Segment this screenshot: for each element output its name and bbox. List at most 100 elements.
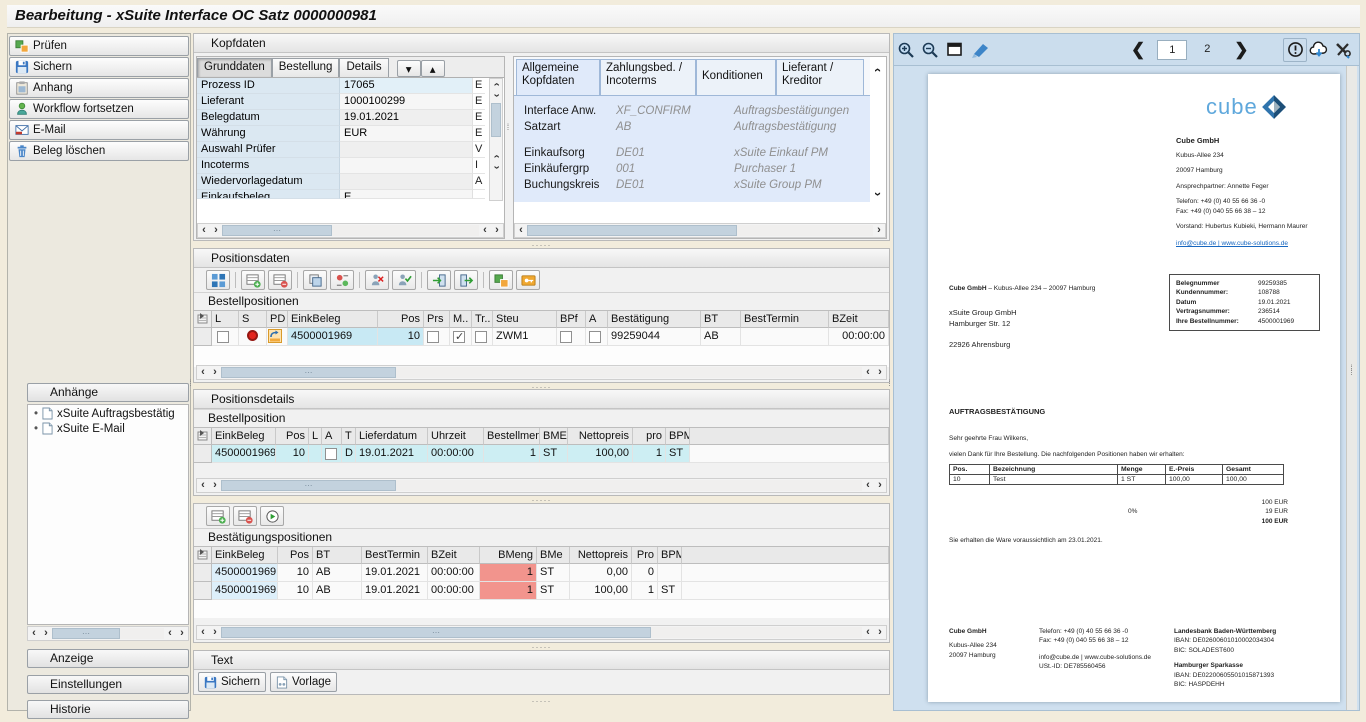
column-header[interactable]: Nettopreis <box>568 428 633 445</box>
scroll-down-icon[interactable]: › <box>491 90 502 102</box>
prs-checkbox[interactable] <box>427 331 439 343</box>
add-row-icon[interactable] <box>241 270 265 290</box>
column-header[interactable]: BestTermin <box>362 547 428 564</box>
table-row[interactable]: 4500001969 10 AB 19.01.2021 00:00:00 1 S… <box>194 582 889 600</box>
column-header[interactable]: EinkBeleg <box>212 428 276 445</box>
collapse-icon[interactable]: ▾ <box>397 60 421 77</box>
sidebar-splitter-grip[interactable]: ⁞ <box>189 380 193 386</box>
a-checkbox[interactable] <box>589 331 601 343</box>
kopfdaten-vertical-scrollbar[interactable]: ‹ › ‹ › <box>489 78 503 201</box>
bestellpositionen-horizontal-scrollbar[interactable]: ‹ › ⋯ ‹ › <box>196 365 887 380</box>
column-header[interactable]: M.. <box>450 311 472 328</box>
nettopreis-cell[interactable]: 100,00 <box>568 445 633 463</box>
kopfdaten-horizontal-scrollbar[interactable]: ‹ › ⋯ ‹ › <box>197 223 504 238</box>
row-selector[interactable] <box>194 328 212 346</box>
bt-cell[interactable]: AB <box>701 328 741 346</box>
scroll-right-icon[interactable]: › <box>210 225 222 236</box>
uhrzeit-cell[interactable]: 00:00:00 <box>428 445 484 463</box>
column-header[interactable]: BMe <box>537 547 570 564</box>
detail-horizontal-scrollbar[interactable]: ‹ › <box>514 223 886 238</box>
pro-cell[interactable]: 1 <box>633 445 666 463</box>
bestaetigungen-horizontal-scrollbar[interactable]: ‹ › ⋯ ‹ › <box>196 625 887 640</box>
expand-icon[interactable]: ▴ <box>421 60 445 77</box>
column-header[interactable]: Uhrzeit <box>428 428 484 445</box>
zoom-out-icon[interactable] <box>918 38 942 62</box>
besttermin-cell[interactable]: 19.01.2021 <box>362 582 428 600</box>
bme-cell[interactable]: ST <box>540 445 568 463</box>
field-value[interactable]: 17065 <box>340 78 473 94</box>
zoom-in-icon[interactable] <box>894 38 918 62</box>
column-header[interactable]: A <box>322 428 342 445</box>
einstellungen-section-header[interactable]: Einstellungen <box>27 675 189 694</box>
field-value[interactable]: 19.01.2021 <box>340 110 473 126</box>
beleg-loeschen-button[interactable]: Beleg löschen <box>9 141 189 161</box>
einkbeleg-cell[interactable]: 4500001969 <box>288 328 378 346</box>
pos-cell[interactable]: 10 <box>278 582 313 600</box>
anhang-button[interactable]: Anhang <box>9 78 189 98</box>
delete-row-icon[interactable] <box>233 506 257 526</box>
column-header[interactable]: L <box>212 311 239 328</box>
column-header[interactable]: L <box>309 428 322 445</box>
viewer-resize-handle[interactable]: ⁞⁞ <box>1346 66 1357 710</box>
column-header[interactable]: Lieferdatum <box>356 428 428 445</box>
column-header[interactable]: Pos <box>378 311 424 328</box>
t-cell[interactable]: D <box>342 445 356 463</box>
column-header[interactable]: Pos <box>278 547 313 564</box>
column-header[interactable]: BZeit <box>829 311 889 328</box>
status-flag-icon[interactable] <box>489 270 513 290</box>
scroll-left-icon[interactable]: ‹ <box>479 225 491 236</box>
pdf-document-area[interactable]: cube Cube GmbH Kubus-Allee 234 20097 Ham… <box>894 66 1359 710</box>
field-value[interactable]: 1000100299 <box>340 94 473 110</box>
scroll-left-icon[interactable]: ‹ <box>862 627 874 638</box>
detail-vertical-scrollbar[interactable]: ‹ › <box>870 57 886 207</box>
table-row[interactable]: 4500001969 10 AB 19.01.2021 00:00:00 1 S… <box>194 564 889 582</box>
select-all-icon[interactable] <box>194 428 212 445</box>
tab-zahlungsbed-incoterms[interactable]: Zahlungsbed. / Incoterms <box>600 59 696 95</box>
column-header[interactable]: PD <box>267 311 288 328</box>
attachment-auftragsbestaetigung[interactable]: • xSuite Auftragsbestätig <box>28 405 188 420</box>
attachments-horizontal-scrollbar[interactable]: ‹ › ⋯ ‹ › <box>27 626 189 641</box>
bpm-cell[interactable]: ST <box>666 445 690 463</box>
next-page-icon[interactable]: ❯ <box>1234 41 1248 59</box>
tr-checkbox[interactable] <box>475 331 487 343</box>
column-header[interactable]: Pro <box>632 547 658 564</box>
execute-icon[interactable] <box>260 506 284 526</box>
download-icon[interactable] <box>1307 38 1331 62</box>
row-selector[interactable] <box>194 582 212 600</box>
scroll-left-icon[interactable]: ‹ <box>197 480 209 491</box>
lieferdatum-cell[interactable]: 19.01.2021 <box>356 445 428 463</box>
letterhead-links[interactable]: info@cube.de | www.cube-solutions.de <box>1176 239 1326 248</box>
field-value[interactable] <box>340 174 473 190</box>
bme-cell[interactable]: ST <box>537 564 570 582</box>
scrollbar-thumb[interactable]: ⋯ <box>221 480 396 491</box>
column-header[interactable]: A <box>586 311 608 328</box>
bottom-splitter[interactable]: ····· <box>193 698 890 704</box>
tab-grunddaten[interactable]: Grunddaten <box>197 58 272 77</box>
scroll-down-icon[interactable]: › <box>491 162 502 174</box>
row-selector[interactable] <box>194 564 212 582</box>
approve-position-icon[interactable] <box>392 270 416 290</box>
einkbeleg-cell[interactable]: 4500001969 <box>212 582 278 600</box>
tab-allgemeine-kopfdaten[interactable]: Allgemeine Kopfdaten <box>516 59 600 95</box>
middle-splitter-grip[interactable]: ⁞ <box>888 380 892 386</box>
page-1-button[interactable]: 1 <box>1157 40 1187 60</box>
column-header[interactable]: Bestätigung <box>608 311 701 328</box>
nettopreis-cell[interactable]: 100,00 <box>570 582 632 600</box>
row-selector[interactable] <box>194 445 212 463</box>
column-header[interactable]: BME <box>540 428 568 445</box>
einkbeleg-cell[interactable]: 4500001969 <box>212 564 278 582</box>
scroll-right-icon[interactable]: › <box>874 627 886 638</box>
transfer-in-icon[interactable] <box>427 270 451 290</box>
pos-cell[interactable]: 10 <box>278 564 313 582</box>
bmeng-cell[interactable]: 1 <box>480 582 537 600</box>
scrollbar-thumb[interactable]: ⋯ <box>52 628 120 639</box>
scroll-left-icon[interactable]: ‹ <box>862 480 874 491</box>
tools-icon[interactable] <box>1331 38 1355 62</box>
pos-cell[interactable]: 10 <box>276 445 309 463</box>
column-header[interactable]: Pos <box>276 428 309 445</box>
bmeng-cell[interactable]: 1 <box>480 564 537 582</box>
steu-cell[interactable]: ZWM1 <box>493 328 557 346</box>
column-header[interactable]: BT <box>313 547 362 564</box>
workflow-fortsetzen-button[interactable]: Workflow fortsetzen <box>9 99 189 119</box>
select-all-icon[interactable] <box>194 311 212 328</box>
